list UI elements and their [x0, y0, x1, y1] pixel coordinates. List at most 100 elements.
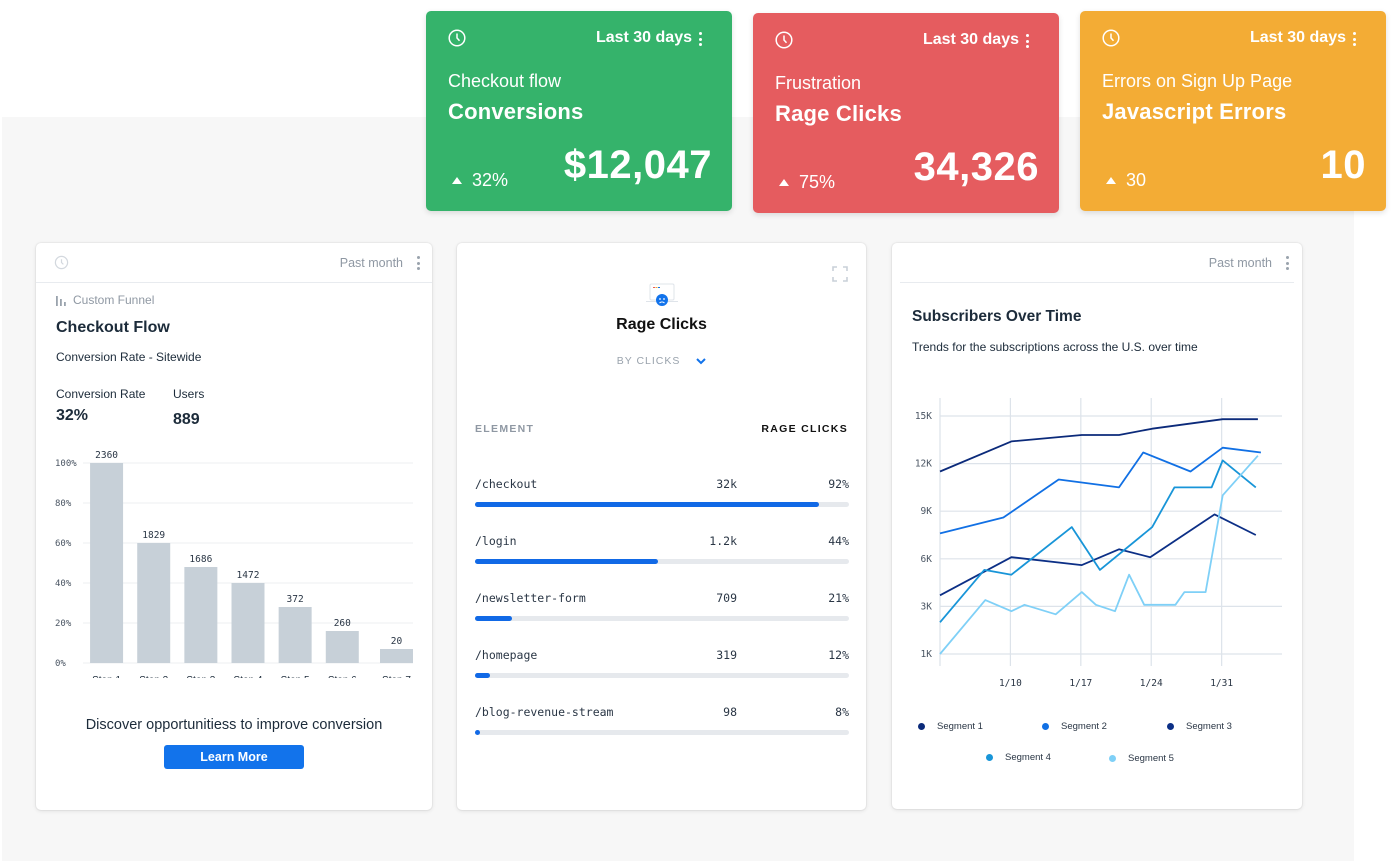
series-line-2[interactable]: [939, 446, 1262, 535]
subscribers-line-chart: 1K 3K 6K 9K 12K 15K 1/10 1/17 1/24 1/31: [915, 398, 1282, 688]
legend-item[interactable]: Segment 5: [1109, 753, 1174, 764]
funnel-bar[interactable]: [90, 463, 124, 663]
funnel-bar[interactable]: [184, 567, 218, 663]
more-menu-icon[interactable]: [1344, 29, 1364, 49]
bar-value-label: 372: [287, 594, 304, 605]
kpi-card-rage-clicks[interactable]: Last 30 days Frustration Rage Clicks 75%…: [753, 13, 1059, 213]
bar-value-label: 2360: [95, 450, 118, 461]
widget-description: Trends for the subscriptions across the …: [912, 340, 1198, 354]
kpi-title: Conversions: [448, 99, 584, 124]
rage-click-percent: 92%: [828, 477, 849, 491]
kpi-card-conversions[interactable]: Last 30 days Checkout flow Conversions 3…: [426, 11, 732, 211]
y-tick-label: 100%: [55, 459, 77, 469]
expand-icon[interactable]: [832, 266, 848, 282]
element-path: /homepage: [475, 648, 538, 662]
series-line-3[interactable]: [939, 513, 1257, 597]
sort-dropdown-label: BY CLICKS: [616, 355, 681, 367]
legend-item[interactable]: Segment 1: [918, 721, 983, 732]
kpi-delta: 30: [1106, 170, 1146, 191]
x-tick-label: Step 7: [382, 675, 411, 678]
kpi-delta: 32%: [452, 170, 508, 191]
element-path: /login: [475, 534, 517, 548]
progress-track: [475, 502, 849, 507]
more-menu-icon[interactable]: [412, 254, 424, 272]
y-tick-label: 3K: [921, 601, 933, 612]
x-tick-label: 1/10: [999, 678, 1022, 688]
learn-more-button[interactable]: Learn More: [164, 745, 304, 769]
y-tick-label: 1K: [921, 649, 933, 660]
progress-track: [475, 616, 849, 621]
period-label[interactable]: Past month: [340, 256, 403, 270]
funnel-bar[interactable]: [137, 543, 171, 663]
legend-label: Segment 3: [1186, 721, 1232, 732]
y-tick-label: 80%: [55, 499, 72, 509]
x-tick-label: 1/17: [1069, 678, 1092, 688]
funnel-widget: Past month Custom Funnel Checkout Flow C…: [36, 243, 432, 810]
clock-icon: [448, 29, 466, 47]
rage-click-row[interactable]: /homepage 319 12%: [475, 648, 849, 698]
cta-text: Discover opportunitiess to improve conve…: [85, 717, 383, 733]
progress-fill: [475, 502, 820, 507]
rage-click-row[interactable]: /newsletter-form 709 21%: [475, 591, 849, 641]
rage-clicks-widget: Rage Clicks BY CLICKS ELEMENT RAGE CLICK…: [457, 243, 866, 810]
period-label[interactable]: Last 30 days: [923, 31, 1019, 49]
rage-click-percent: 21%: [828, 591, 849, 605]
rage-click-row[interactable]: /login 1.2k 44%: [475, 534, 849, 584]
column-header-rage-clicks[interactable]: RAGE CLICKS: [761, 423, 848, 435]
users-value: 889: [173, 411, 200, 428]
rage-click-count: 709: [716, 591, 737, 605]
trend-up-icon: [1106, 177, 1116, 184]
period-label[interactable]: Last 30 days: [596, 29, 692, 47]
rage-click-row[interactable]: /blog-revenue-stream 98 8%: [475, 705, 849, 755]
more-menu-icon[interactable]: [1281, 254, 1293, 272]
legend-marker-icon: [918, 723, 925, 730]
legend-item[interactable]: Segment 4: [986, 752, 1051, 763]
clock-icon: [54, 255, 69, 270]
funnel-bar[interactable]: [231, 583, 265, 663]
funnel-bar[interactable]: [380, 649, 413, 663]
conversion-rate-label: Conversion Rate: [56, 387, 146, 401]
progress-fill: [475, 673, 490, 678]
rage-click-percent: 44%: [828, 534, 849, 548]
widget-header: Past month: [900, 243, 1294, 283]
legend-item[interactable]: Segment 3: [1167, 721, 1232, 732]
widget-header: Past month: [36, 243, 432, 283]
kpi-card-javascript-errors[interactable]: Last 30 days Errors on Sign Up Page Java…: [1080, 11, 1386, 211]
bar-value-label: 20: [391, 636, 403, 647]
widget-type-label: Custom Funnel: [73, 293, 155, 307]
subscribers-widget: Past month Subscribers Over Time Trends …: [892, 243, 1302, 809]
more-menu-icon[interactable]: [690, 29, 710, 49]
legend-item[interactable]: Segment 2: [1042, 721, 1107, 732]
sort-dropdown[interactable]: BY CLICKS: [457, 355, 866, 367]
kpi-delta-value: 32%: [472, 170, 509, 190]
y-tick-label: 12K: [915, 459, 932, 470]
kpi-title: Javascript Errors: [1102, 99, 1287, 124]
progress-fill: [475, 559, 659, 564]
conversion-rate-value: 32%: [56, 407, 89, 424]
chevron-down-icon: [696, 358, 707, 365]
widget-subtitle: Conversion Rate - Sitewide: [56, 350, 202, 364]
kpi-subtitle: Frustration: [775, 73, 862, 93]
progress-track: [475, 730, 849, 735]
rage-click-count: 98: [723, 705, 737, 719]
period-label[interactable]: Last 30 days: [1250, 29, 1346, 47]
rage-click-percent: 8%: [835, 705, 849, 719]
x-tick-label: Step 6: [328, 675, 357, 678]
clock-icon: [1102, 29, 1120, 47]
widget-title: Rage Clicks: [616, 316, 707, 333]
column-header-element: ELEMENT: [475, 423, 535, 435]
period-label[interactable]: Past month: [1209, 256, 1272, 270]
more-menu-icon[interactable]: [1017, 31, 1037, 51]
legend-label: Segment 1: [937, 721, 983, 732]
kpi-value: $12,047: [563, 143, 712, 187]
funnel-bar[interactable]: [325, 631, 359, 663]
progress-track: [475, 559, 849, 564]
legend-label: Segment 4: [1005, 752, 1051, 763]
widget-type-tag: Custom Funnel: [56, 293, 154, 307]
funnel-bar[interactable]: [278, 607, 312, 663]
y-tick-label: 20%: [55, 619, 72, 629]
rage-click-count: 1.2k: [709, 534, 737, 548]
y-tick-label: 60%: [55, 539, 72, 549]
legend-label: Segment 2: [1061, 721, 1107, 732]
rage-click-row[interactable]: /checkout 32k 92%: [475, 477, 849, 527]
